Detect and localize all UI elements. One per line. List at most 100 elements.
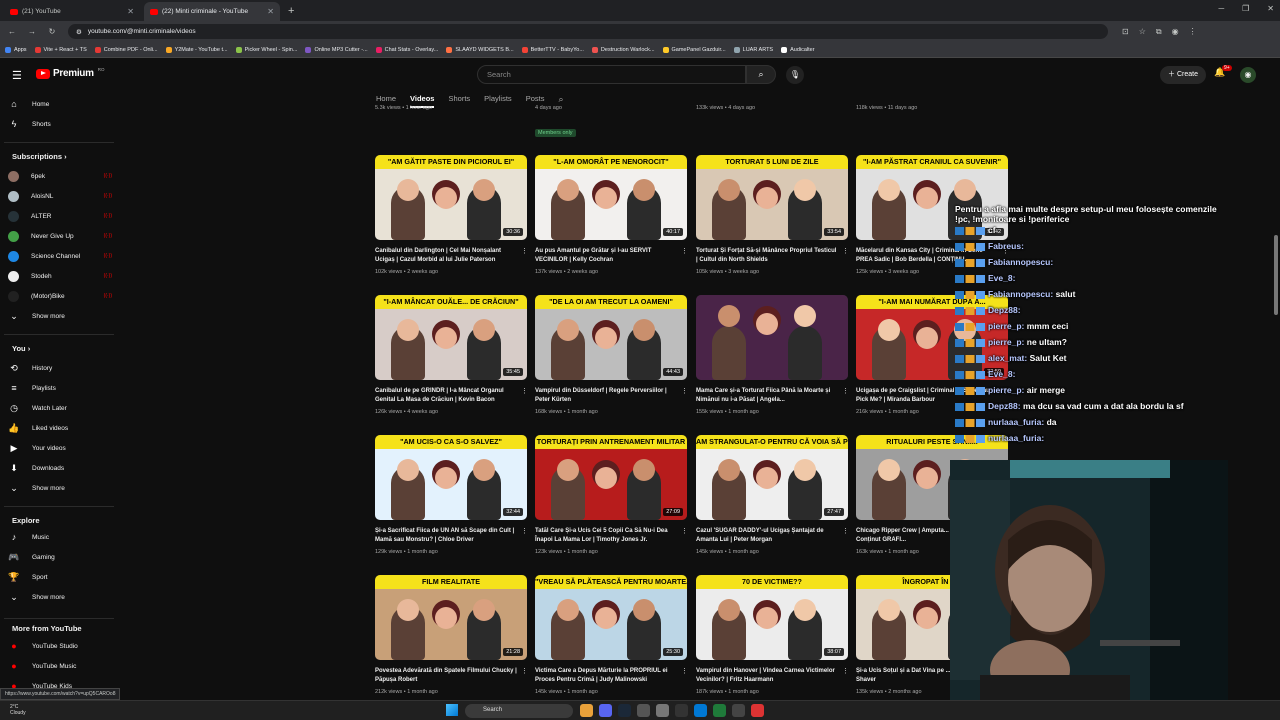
video-thumbnail[interactable]: "I-AM MÂNCAT OUĂLE... DE CRĂCIUN" 35:45	[375, 295, 527, 380]
close-icon[interactable]: ✕	[267, 7, 274, 16]
app-icon[interactable]	[751, 704, 764, 717]
youtube-logo[interactable]: Premium RO	[36, 67, 104, 79]
new-tab-icon[interactable]: +	[288, 5, 294, 17]
bookmark-item[interactable]: SLAAYD WIDGETS B...	[446, 46, 514, 53]
video-card[interactable]: "AM UCIS-O CA S-O SALVEZ" 32:44 Și-a Sacri…	[375, 435, 528, 575]
video-title[interactable]: Torturat Și Forțat Să-și Mănânce Propriu…	[696, 247, 838, 265]
sidebar-item-you[interactable]: ⬇ Downloads	[8, 459, 112, 477]
more-options-icon[interactable]: ⋮	[521, 527, 528, 535]
video-title[interactable]: Tatăl Care Și-a Ucis Cei 5 Copii Ca Să N…	[535, 527, 677, 545]
video-card[interactable]: "VREAU SĂ PLĂTEASCĂ PENTRU MOARTEA MEA" 2…	[535, 575, 688, 715]
tab-shorts[interactable]: Shorts	[448, 94, 470, 108]
video-card[interactable]: "L-AM OMORÂT PE NENOROCIT" 40:17 Au pus Am…	[535, 155, 688, 295]
profile-icon[interactable]: ◉	[1172, 27, 1179, 37]
bookmark-item[interactable]: Audicalter	[781, 46, 815, 53]
you-heading[interactable]: You ›	[12, 344, 30, 353]
more-options-icon[interactable]: ⋮	[842, 247, 849, 255]
more-options-icon[interactable]: ⋮	[521, 247, 528, 255]
sidebar-item-more[interactable]: ● YouTube Studio	[8, 637, 112, 655]
sidebar-item-you[interactable]: 👍 Liked videos	[8, 419, 112, 437]
bookmark-item[interactable]: Apps	[5, 46, 27, 53]
xbox-icon[interactable]	[713, 704, 726, 717]
bookmark-item[interactable]: Online MP3 Cutter -...	[305, 46, 368, 53]
bookmark-item[interactable]: Destruction Warlock...	[591, 46, 655, 53]
search-button[interactable]: ⌕	[746, 65, 776, 84]
bookmark-item[interactable]: Chat Stats - Overlay...	[375, 46, 438, 53]
account-avatar[interactable]: ◉	[1240, 67, 1256, 83]
video-title[interactable]: Povestea Adevărată din Spatele Filmului …	[375, 667, 517, 685]
sidebar-item-explore[interactable]: 🏆 Sport	[8, 568, 112, 586]
subscriptions-heading[interactable]: Subscriptions ›	[12, 152, 67, 161]
more-options-icon[interactable]: ⋮	[681, 667, 688, 675]
video-thumbnail[interactable]	[696, 295, 848, 380]
bookmark-item[interactable]: Vite + React + TS	[34, 46, 87, 53]
app-icon[interactable]	[732, 704, 745, 717]
video-thumbnail[interactable]: "L-AM OMORÂT PE NENOROCIT" 40:17	[535, 155, 687, 240]
more-options-icon[interactable]: ⋮	[842, 527, 849, 535]
more-options-icon[interactable]: ⋮	[681, 247, 688, 255]
video-card[interactable]: 70 DE VICTIME?? 38:07 Vampirul din Hanover…	[696, 575, 849, 715]
install-icon[interactable]: ⊡	[1122, 27, 1129, 37]
sidebar-item-you[interactable]: ▶ Your videos	[8, 439, 112, 457]
video-thumbnail[interactable]: "VREAU SĂ PLĂTEASCĂ PENTRU MOARTEA MEA" 2…	[535, 575, 687, 660]
hamburger-menu-icon[interactable]: ☰	[12, 69, 22, 82]
video-title[interactable]: Canibalul din Darlington | Cel Mai Nonșa…	[375, 247, 517, 265]
bookmark-item[interactable]: BetterTTV - BabyYo...	[521, 46, 584, 53]
video-thumbnail[interactable]: "DE LA OI AM TRECUT LA OAMENI" 44:43	[535, 295, 687, 380]
windows-start-icon[interactable]	[446, 704, 458, 716]
sidebar-item-home[interactable]: ⌂ Home	[8, 95, 112, 113]
browser-tab-minti-criminale[interactable]: (22) Minti criminale - YouTube ✕	[144, 2, 280, 21]
more-options-icon[interactable]: ⋮	[521, 387, 528, 395]
chrome-icon[interactable]	[580, 704, 593, 717]
more-options-icon[interactable]: ⋮	[842, 387, 849, 395]
video-thumbnail[interactable]: FILM REALITATE 21:28	[375, 575, 527, 660]
bookmark-item[interactable]: Y2Mate - YouTube t...	[165, 46, 228, 53]
minimize-icon[interactable]: ─	[1218, 4, 1224, 13]
sidebar-item-shorts[interactable]: ϟ Shorts	[8, 115, 112, 133]
sidebar-subscription[interactable]: AloisNL ((·))	[8, 187, 112, 205]
bookmark-item[interactable]: Picker Wheel - Spin...	[235, 46, 297, 53]
close-icon[interactable]: ✕	[127, 7, 134, 16]
tab-playlists[interactable]: Playlists	[484, 94, 512, 108]
sidebar-item-more[interactable]: ● YouTube Music	[8, 657, 112, 675]
sidebar-subscription[interactable]: (Motor)Bike ((·))	[8, 287, 112, 305]
subscriptions-show-more[interactable]: ⌄ Show more	[8, 307, 112, 325]
steam-icon[interactable]	[618, 704, 631, 717]
video-title[interactable]: Și-a Sacrificat Fiica de UN AN să Scape …	[375, 527, 517, 545]
more-options-icon[interactable]: ⋮	[842, 667, 849, 675]
video-thumbnail[interactable]: AM STRANGULAT-O PENTRU CĂ VOIA SĂ PLECE 2…	[696, 435, 848, 520]
forward-icon[interactable]: →	[24, 27, 40, 36]
sidebar-subscription[interactable]: ALTER ((·))	[8, 207, 112, 225]
sidebar-item-you[interactable]: ⌄ Show more	[8, 479, 112, 497]
bookmark-item[interactable]: GamePanel Gazduir...	[662, 46, 726, 53]
sidebar-item-explore[interactable]: 🎮 Gaming	[8, 548, 112, 566]
video-title[interactable]: Vampirul din Düsseldorf | Regele Pervers…	[535, 387, 677, 405]
sidebar-item-explore[interactable]: ♪ Music	[8, 528, 112, 546]
bookmark-item[interactable]: LUAR ARTS	[733, 46, 773, 53]
app-icon[interactable]	[675, 704, 688, 717]
sidebar-subscription[interactable]: Never Give Up ((·))	[8, 227, 112, 245]
video-card[interactable]: Mama Care și-a Torturat Fiica Până la Mo…	[696, 295, 849, 435]
sidebar-subscription[interactable]: Stodeh ((·))	[8, 267, 112, 285]
video-thumbnail[interactable]: 70 DE VICTIME?? 38:07	[696, 575, 848, 660]
close-window-icon[interactable]: ✕	[1267, 4, 1274, 13]
sidebar-subscription[interactable]: 6pek ((·))	[8, 167, 112, 185]
video-title[interactable]: Au pus Amantul pe Grătar și l-au SERVIT …	[535, 247, 677, 265]
sidebar-item-you[interactable]: ⟲ History	[8, 359, 112, 377]
video-card[interactable]: AM STRANGULAT-O PENTRU CĂ VOIA SĂ PLECE 2…	[696, 435, 849, 575]
weather-widget[interactable]: 2°C Cloudy	[10, 704, 26, 716]
video-thumbnail[interactable]: TORTURAT 5 LUNI DE ZILE 33:54	[696, 155, 848, 240]
video-card[interactable]: TORTURAȚI PRIN ANTRENAMENT MILITAR 27:09 T…	[535, 435, 688, 575]
video-title[interactable]: Cazul 'SUGAR DADDY'-ul Ucigaș Șantajat d…	[696, 527, 838, 545]
video-card[interactable]: FILM REALITATE 21:28 Povestea Adevărată di…	[375, 575, 528, 715]
video-title[interactable]: Vampirul din Hanover | Vindea Carnea Vic…	[696, 667, 838, 685]
taskbar-search[interactable]: Search	[465, 704, 573, 718]
video-card[interactable]: "AM GĂTIT PASTE DIN PICIORUL EI" 30:36 Can…	[375, 155, 528, 295]
extensions-icon[interactable]: ⧉	[1156, 27, 1162, 37]
video-card[interactable]: "I-AM MÂNCAT OUĂLE... DE CRĂCIUN" 35:45 Ca…	[375, 295, 528, 435]
search-input[interactable]: Search	[477, 65, 746, 84]
sidebar-item-you[interactable]: ◷ Watch Later	[8, 399, 112, 417]
video-title[interactable]: Canibalul de pe GRINDR | I-a Mâncat Orga…	[375, 387, 517, 405]
app-icon[interactable]	[656, 704, 669, 717]
discord-icon[interactable]	[599, 704, 612, 717]
